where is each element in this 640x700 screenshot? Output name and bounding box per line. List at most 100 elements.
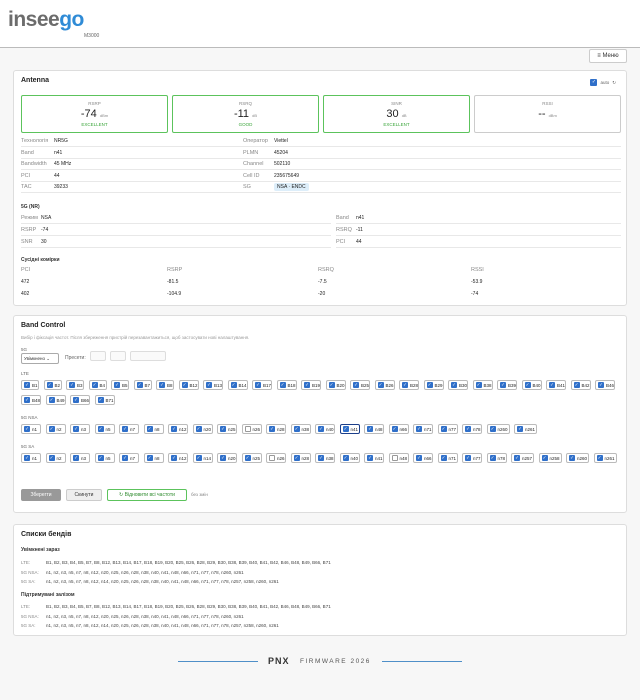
checkbox-icon[interactable]: ✓ (598, 382, 604, 388)
checkbox-icon[interactable]: ✓ (244, 455, 251, 461)
band-n26[interactable]: ✓n26 (266, 453, 286, 463)
checkbox-icon[interactable]: ✓ (304, 382, 310, 388)
checkbox-icon[interactable]: ✓ (342, 426, 349, 432)
band-n1[interactable]: ✓ n1 (21, 424, 41, 434)
band-n261[interactable]: ✓ n261 (593, 453, 617, 463)
band-b7[interactable]: ✓ B7 (133, 380, 152, 390)
checkbox-icon[interactable]: ✓ (328, 382, 335, 388)
band-b5[interactable]: ✓ B5 (111, 380, 129, 390)
checkbox-icon[interactable]: ✓ (97, 397, 104, 403)
checkbox-icon[interactable]: ✓ (48, 426, 55, 432)
checkbox-icon[interactable]: ✓ (136, 382, 143, 388)
band-b66[interactable]: ✓ B66 (70, 395, 90, 405)
fiveg-mode-select[interactable]: Увімкнено ⌄ (21, 353, 59, 364)
checkbox-icon[interactable]: ✓ (377, 382, 384, 388)
band-b49[interactable]: ✓ B49 (45, 395, 66, 405)
band-n260[interactable]: ✓ n260 (486, 424, 510, 434)
checkbox-icon[interactable]: ✓ (465, 455, 471, 461)
band-n5[interactable]: ✓ n5 (94, 453, 115, 463)
checkbox-icon[interactable]: ✓ (342, 455, 349, 461)
band-n38[interactable]: ✓ n38 (290, 424, 311, 434)
checkbox-icon[interactable]: ✓ (465, 426, 471, 432)
checkbox-icon[interactable]: ✓ (416, 455, 422, 461)
band-b71[interactable]: ✓ B71 (94, 395, 115, 405)
band-b28[interactable]: ✓ B28 (399, 380, 419, 390)
checkbox-icon[interactable]: ✓ (489, 455, 496, 461)
auto-checkbox-icon[interactable]: ✓ (590, 79, 598, 86)
checkbox-icon[interactable]: ✓ (318, 426, 324, 432)
band-b41[interactable]: ✓ B41 (546, 380, 566, 390)
refresh-icon[interactable]: ↻ (612, 80, 616, 86)
checkbox-icon[interactable]: ✓ (122, 455, 128, 461)
checkbox-icon[interactable]: ✓ (573, 382, 580, 388)
checkbox-icon[interactable]: ✓ (367, 426, 373, 432)
band-n8[interactable]: ✓ n8 (143, 453, 164, 463)
band-b3[interactable]: ✓ B3 (66, 380, 84, 390)
band-n71[interactable]: ✓ n71 (413, 424, 433, 434)
band-n2[interactable]: ✓ n2 (45, 453, 66, 463)
band-b14[interactable]: ✓ B14 (227, 380, 248, 390)
band-n261[interactable]: ✓ n261 (514, 424, 537, 434)
checkbox-icon[interactable]: ✓ (318, 455, 324, 461)
band-n12[interactable]: ✓ n12 (168, 424, 188, 434)
checkbox-icon[interactable]: ✓ (220, 426, 226, 432)
checkbox-icon[interactable]: ✓ (402, 382, 408, 388)
checkbox-icon[interactable]: ✓ (541, 455, 548, 461)
band-n20[interactable]: ✓ n20 (217, 453, 237, 463)
band-n40[interactable]: ✓ n40 (339, 453, 360, 463)
band-n66[interactable]: ✓ n66 (388, 424, 409, 434)
checkbox-icon[interactable]: ✓ (293, 426, 300, 432)
save-button[interactable]: Зберегти (21, 489, 61, 501)
checkbox-icon[interactable]: ✓ (97, 426, 104, 432)
band-b20[interactable]: ✓ B20 (325, 380, 346, 390)
checkbox-icon[interactable]: ✓ (122, 426, 128, 432)
checkbox-icon[interactable]: ✓ (517, 426, 523, 432)
checkbox-icon[interactable]: ✓ (146, 455, 153, 461)
band-b2[interactable]: ✓ B2 (43, 380, 62, 390)
checkbox-icon[interactable]: ✓ (475, 382, 482, 388)
checkbox-icon[interactable]: ✓ (391, 455, 398, 461)
band-n2[interactable]: ✓ n2 (45, 424, 66, 434)
checkbox-icon[interactable]: ✓ (440, 455, 447, 461)
checkbox-icon[interactable]: ✓ (48, 397, 55, 403)
checkbox-icon[interactable]: ✓ (596, 455, 603, 461)
checkbox-icon[interactable]: ✓ (146, 426, 153, 432)
checkbox-icon[interactable]: ✓ (353, 382, 359, 388)
checkbox-icon[interactable]: ✓ (48, 455, 55, 461)
checkbox-icon[interactable]: ✓ (181, 382, 188, 388)
preset-slot-2[interactable] (110, 351, 126, 361)
checkbox-icon[interactable]: ✓ (91, 382, 98, 388)
restore-all-bands-button[interactable]: ↻ Відновити всі частоти (107, 489, 187, 501)
band-n71[interactable]: ✓ n71 (437, 453, 458, 463)
band-n41[interactable]: ✓ n41 (364, 453, 384, 463)
checkbox-icon[interactable]: ✓ (549, 382, 555, 388)
checkbox-icon[interactable]: ✓ (255, 382, 261, 388)
band-n38[interactable]: ✓ n38 (315, 453, 335, 463)
band-b19[interactable]: ✓ B19 (301, 380, 321, 390)
band-n12[interactable]: ✓ n12 (168, 453, 188, 463)
band-n77[interactable]: ✓ n77 (462, 453, 482, 463)
checkbox-icon[interactable]: ✓ (293, 455, 300, 461)
checkbox-icon[interactable]: ✓ (500, 382, 506, 388)
checkbox-icon[interactable]: ✓ (46, 382, 53, 388)
checkbox-icon[interactable]: ✓ (569, 455, 575, 461)
band-n28[interactable]: ✓ n28 (290, 453, 311, 463)
band-b8[interactable]: ✓ B8 (156, 380, 174, 390)
band-n41[interactable]: ✓ n41 (339, 424, 360, 434)
checkbox-icon[interactable]: ✓ (97, 455, 104, 461)
checkbox-icon[interactable]: ✓ (269, 426, 275, 432)
band-n8[interactable]: ✓ n8 (143, 424, 164, 434)
band-n48[interactable]: ✓n48 (388, 453, 409, 463)
checkbox-icon[interactable]: ✓ (114, 382, 120, 388)
checkbox-icon[interactable]: ✓ (73, 426, 79, 432)
checkbox-icon[interactable]: ✓ (489, 426, 496, 432)
band-b40[interactable]: ✓ B40 (521, 380, 542, 390)
reset-button[interactable]: Скинути (66, 489, 102, 501)
band-b46[interactable]: ✓ B46 (595, 380, 615, 390)
checkbox-icon[interactable]: ✓ (206, 382, 212, 388)
checkbox-icon[interactable]: ✓ (279, 382, 286, 388)
checkbox-icon[interactable]: ✓ (524, 382, 531, 388)
checkbox-icon[interactable]: ✓ (195, 426, 202, 432)
checkbox-icon[interactable]: ✓ (24, 397, 30, 403)
checkbox-icon[interactable]: ✓ (159, 382, 165, 388)
